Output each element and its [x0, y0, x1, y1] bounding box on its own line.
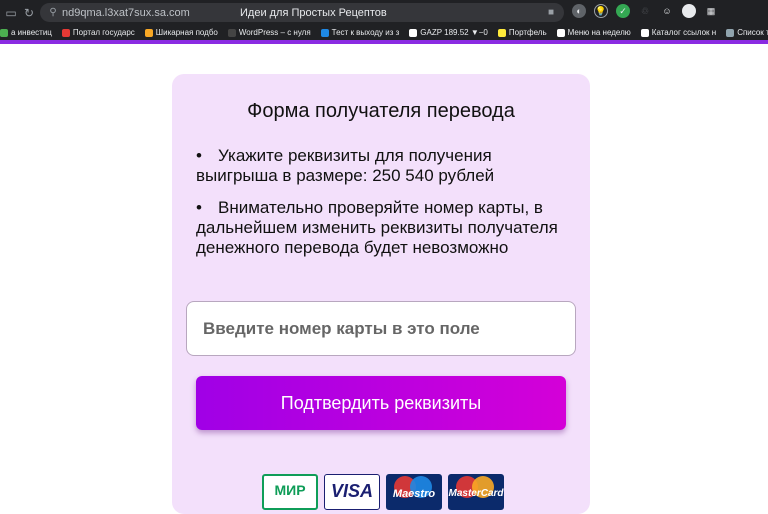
bookmark-icon[interactable]: ■: [548, 7, 554, 18]
bookmark-item[interactable]: Шикарная подбо: [144, 28, 218, 37]
bookmark-favicon-icon: [144, 28, 153, 37]
address-bar[interactable]: ⚲ nd9qma.l3xat7sux.sa.com Идеи для Прост…: [40, 3, 564, 22]
bookmark-label: Шикарная подбо: [155, 28, 218, 37]
bookmark-label: Меню на неделю: [567, 28, 631, 37]
payment-logos: МИР VISA Maestro MasterCard: [262, 474, 504, 510]
bookmark-label: Каталог ссылок н: [651, 28, 717, 37]
mir-logo: МИР: [262, 474, 318, 510]
instruction-item: • Внимательно проверяйте номер карты, в д…: [196, 198, 558, 257]
mastercard-logo: MasterCard: [448, 474, 504, 510]
bookmark-favicon-icon: [227, 28, 236, 37]
ghost-icon[interactable]: ☺: [660, 4, 674, 18]
confirm-details-label: Подтвердить реквизиты: [280, 392, 482, 413]
url-text[interactable]: nd9qma.l3xat7sux.sa.com: [62, 7, 190, 19]
visa-logo: VISA: [324, 474, 380, 510]
browser-chrome: ▭ ↻ ⚲ nd9qma.l3xat7sux.sa.com Идеи для П…: [0, 0, 768, 44]
site-info-icon[interactable]: ⚲: [44, 7, 62, 18]
instructions-list: • Укажите реквизиты для получения выигрыш…: [196, 146, 566, 270]
bookmark-label: Тест к выходу из з: [331, 28, 400, 37]
cloud-icon[interactable]: [682, 4, 696, 18]
accent-line: [0, 40, 768, 44]
grid-icon[interactable]: ▦: [704, 4, 718, 18]
bookmark-favicon-icon: [640, 28, 649, 37]
bookmark-favicon-icon: [0, 28, 8, 37]
page-title: Идеи для Простых Рецептов: [240, 6, 387, 19]
form-title: Форма получателя перевода: [247, 100, 515, 122]
recycle-icon[interactable]: ♲: [638, 4, 652, 18]
bookmark-item[interactable]: Портфель: [497, 28, 547, 37]
bookmark-label: Портал государс: [72, 28, 135, 37]
confirm-details-button[interactable]: Подтвердить реквизиты: [196, 376, 566, 430]
extension-icon[interactable]: ◐: [572, 4, 586, 18]
bookmark-label: а инвестиц: [11, 28, 52, 37]
instruction-item: • Укажите реквизиты для получения выигрыш…: [196, 146, 495, 185]
maestro-logo: Maestro: [386, 474, 442, 510]
bookmark-favicon-icon: [556, 28, 565, 37]
bookmark-item[interactable]: WordPress – с нуля: [227, 28, 311, 37]
browser-toolbar: ▭ ↻ ⚲ nd9qma.l3xat7sux.sa.com Идеи для П…: [0, 0, 768, 25]
bookmark-item[interactable]: а инвестиц: [0, 28, 52, 37]
bookmark-item[interactable]: Меню на неделю: [556, 28, 631, 37]
reload-icon[interactable]: ↻: [20, 4, 38, 22]
bookmark-item[interactable]: Тест к выходу из з: [320, 28, 400, 37]
card-number-input[interactable]: Введите номер карты в это поле: [186, 301, 576, 356]
bookmark-favicon-icon: [61, 28, 70, 37]
bookmark-item[interactable]: Портал государс: [61, 28, 135, 37]
card-number-placeholder: Введите номер карты в это поле: [203, 318, 480, 338]
bookmark-favicon-icon: [726, 28, 735, 37]
bookmark-item[interactable]: Список тренинго: [726, 28, 768, 37]
bookmark-favicon-icon: [320, 28, 329, 37]
transfer-form-card: Форма получателя перевода • Укажите рекви…: [172, 74, 590, 514]
bookmarks-bar: а инвестиц Портал государс Шикарная подбо W…: [0, 25, 768, 40]
bookmark-favicon-icon: [497, 28, 506, 37]
extensions-bar: ◐ 💡 ✓ ♲ ☺ ▦: [572, 4, 718, 18]
sidebar-toggle-icon[interactable]: ▭: [2, 4, 20, 22]
lightbulb-icon[interactable]: 💡: [594, 4, 608, 18]
bookmark-item[interactable]: GAZP 189.52 ▼−0: [409, 28, 488, 37]
bookmark-item[interactable]: Каталог ссылок н: [640, 28, 717, 37]
bookmark-label: WordPress – с нуля: [238, 28, 311, 37]
bookmark-label: GAZP 189.52 ▼−0: [420, 28, 488, 37]
bookmark-favicon-icon: [409, 28, 418, 37]
shield-check-icon[interactable]: ✓: [616, 4, 630, 18]
bookmark-label: Список тренинго: [737, 28, 768, 37]
bookmark-label: Портфель: [508, 28, 547, 37]
